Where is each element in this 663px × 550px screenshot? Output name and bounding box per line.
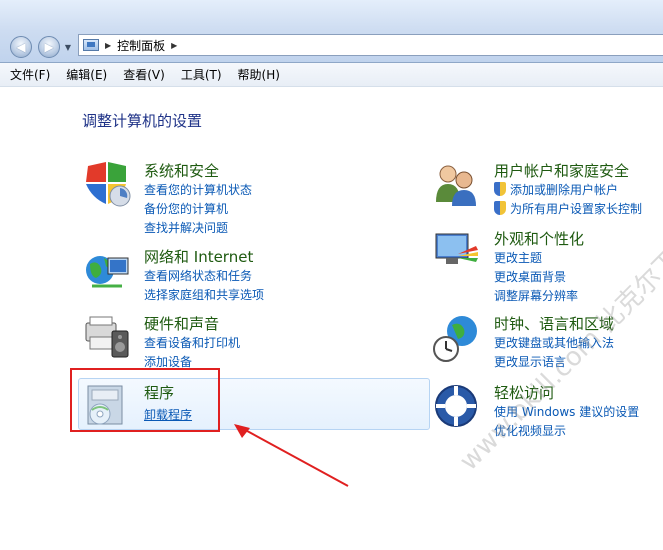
category-system-security[interactable]: 系统和安全 查看您的计算机状态 备份您的计算机 查找并解决问题 bbox=[82, 160, 332, 240]
link-view-network-status[interactable]: 查看网络状态和任务 bbox=[144, 267, 252, 284]
menu-view[interactable]: 查看(V) bbox=[123, 66, 165, 83]
appearance-monitor-icon bbox=[435, 233, 478, 264]
page-title: 调整计算机的设置 bbox=[82, 112, 203, 130]
category-ease-of-access[interactable]: 轻松访问 使用 Windows 建议的设置 优化视频显示 bbox=[432, 382, 663, 442]
link-change-keyboard[interactable]: 更改键盘或其他输入法 bbox=[494, 334, 614, 351]
category-title[interactable]: 网络和 Internet bbox=[144, 246, 253, 267]
category-title[interactable]: 轻松访问 bbox=[494, 382, 554, 403]
recent-pages-dropdown[interactable]: ▼ bbox=[63, 40, 73, 54]
category-title[interactable]: 用户帐户和家庭安全 bbox=[494, 160, 629, 181]
address-bar[interactable]: ▶ 控制面板 ▶ bbox=[78, 34, 663, 56]
annotation-red-arrow bbox=[234, 424, 349, 487]
link-view-computer-status[interactable]: 查看您的计算机状态 bbox=[144, 181, 252, 198]
menu-file[interactable]: 文件(F) bbox=[10, 66, 50, 83]
category-appearance[interactable]: 外观和个性化 更改主题 更改桌面背景 调整屏幕分辨率 bbox=[432, 228, 663, 308]
link-windows-recommended-settings[interactable]: 使用 Windows 建议的设置 bbox=[494, 403, 639, 420]
category-clock-language-region[interactable]: 时钟、语言和区域 更改键盘或其他输入法 更改显示语言 bbox=[432, 313, 663, 373]
category-user-accounts[interactable]: 用户帐户和家庭安全 添加或删除用户帐户 为所有用户设置家长控制 bbox=[432, 160, 663, 220]
category-title[interactable]: 外观和个性化 bbox=[494, 228, 584, 249]
arrow-left-icon: ◀ bbox=[16, 40, 26, 54]
menu-bar: 文件(F) 编辑(E) 查看(V) 工具(T) 帮助(H) bbox=[0, 63, 663, 87]
link-add-remove-accounts[interactable]: 添加或删除用户帐户 bbox=[494, 181, 618, 198]
category-title[interactable]: 系统和安全 bbox=[144, 160, 219, 181]
ease-of-access-icon bbox=[435, 385, 477, 427]
link-change-display-language[interactable]: 更改显示语言 bbox=[494, 353, 566, 370]
category-hardware-sound[interactable]: 硬件和声音 查看设备和打印机 添加设备 bbox=[82, 313, 332, 373]
menu-help[interactable]: 帮助(H) bbox=[238, 66, 280, 83]
printer-icon bbox=[85, 316, 129, 358]
users-icon bbox=[436, 165, 476, 206]
link-parental-controls[interactable]: 为所有用户设置家长控制 bbox=[494, 200, 642, 217]
link-screen-resolution[interactable]: 调整屏幕分辨率 bbox=[494, 287, 578, 304]
category-title[interactable]: 时钟、语言和区域 bbox=[494, 313, 614, 334]
menu-edit[interactable]: 编辑(E) bbox=[66, 66, 107, 83]
category-title[interactable]: 硬件和声音 bbox=[144, 313, 219, 334]
link-troubleshoot[interactable]: 查找并解决问题 bbox=[144, 219, 228, 236]
control-panel-icon bbox=[83, 39, 99, 51]
link-optimize-video-display[interactable]: 优化视频显示 bbox=[494, 422, 566, 439]
shield-icon bbox=[86, 162, 131, 207]
category-network-internet[interactable]: 网络和 Internet 查看网络状态和任务 选择家庭组和共享选项 bbox=[82, 246, 332, 306]
arrow-right-icon: ▶ bbox=[44, 40, 54, 54]
window-titlebar: ◀ ▶ ▼ ▶ 控制面板 ▶ bbox=[0, 0, 663, 63]
chevron-right-icon[interactable]: ▶ bbox=[171, 41, 177, 50]
link-backup-computer[interactable]: 备份您的计算机 bbox=[144, 200, 228, 217]
back-button[interactable]: ◀ bbox=[10, 36, 32, 58]
annotation-red-rectangle bbox=[70, 368, 220, 432]
clock-globe-icon bbox=[433, 316, 477, 362]
link-change-theme[interactable]: 更改主题 bbox=[494, 249, 542, 266]
menu-tools[interactable]: 工具(T) bbox=[181, 66, 222, 83]
network-globe-icon bbox=[86, 256, 129, 288]
link-devices-printers[interactable]: 查看设备和打印机 bbox=[144, 334, 240, 351]
link-homegroup-sharing[interactable]: 选择家庭组和共享选项 bbox=[144, 286, 264, 303]
address-path[interactable]: 控制面板 bbox=[117, 37, 165, 54]
forward-button[interactable]: ▶ bbox=[38, 36, 60, 58]
link-change-background[interactable]: 更改桌面背景 bbox=[494, 268, 566, 285]
chevron-right-icon[interactable]: ▶ bbox=[105, 41, 111, 50]
